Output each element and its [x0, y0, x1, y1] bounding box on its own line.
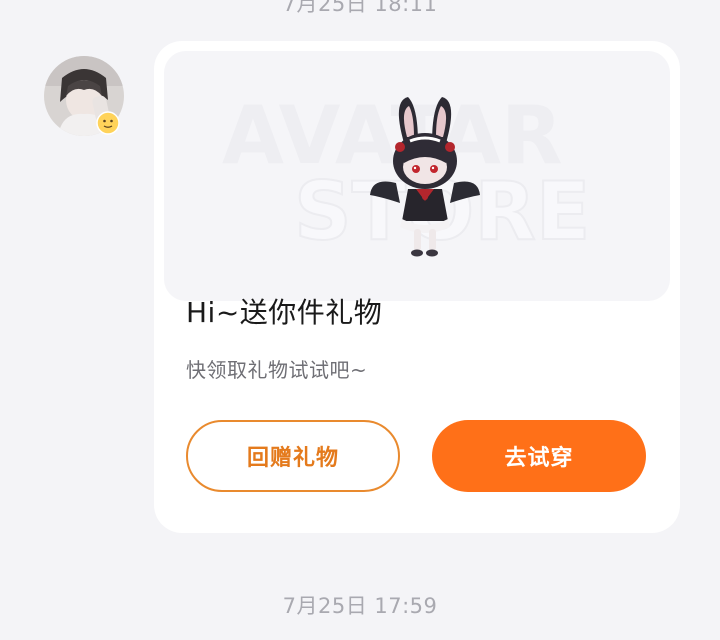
emoji-badge-icon [96, 111, 120, 135]
gift-title: Hi~送你件礼物 [186, 296, 383, 329]
try-on-button[interactable]: 去试穿 [432, 420, 646, 492]
message-timestamp: 7月25日 17:59 [282, 594, 438, 618]
gift-banner[interactable]: AVATAR STORE [164, 51, 670, 301]
gift-message-card[interactable]: AVATAR STORE [154, 41, 680, 533]
gift-subtitle: 快领取礼物试试吧~ [186, 358, 368, 382]
return-gift-button[interactable]: 回赠礼物 [186, 420, 400, 492]
message-timestamp: 7月25日 18:11 [282, 0, 438, 16]
